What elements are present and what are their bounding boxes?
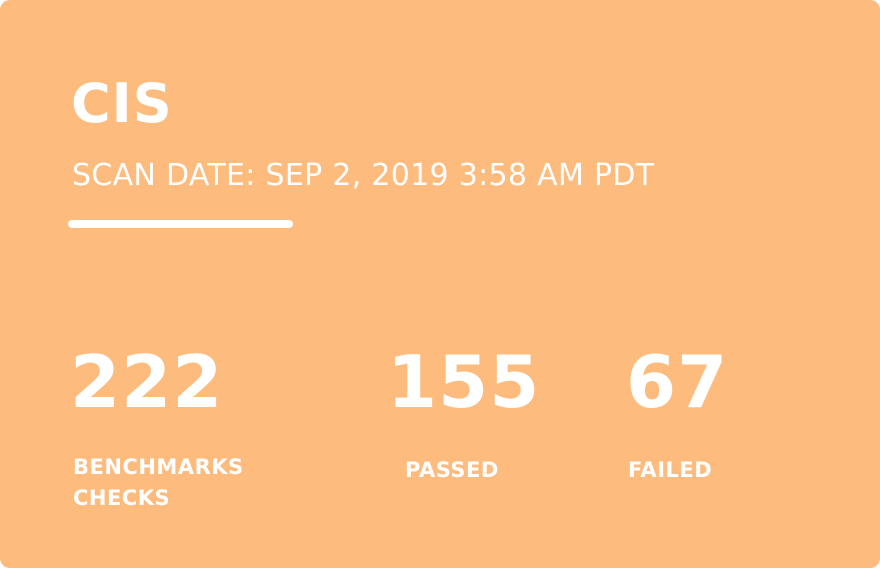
- benchmarks-label-line1: BENCHMARKS: [73, 455, 244, 479]
- failed-count: 67: [626, 340, 729, 424]
- passed-label: PASSED: [405, 458, 499, 482]
- failed-label: FAILED: [628, 458, 713, 482]
- title-divider: [68, 220, 293, 228]
- scan-date: SCAN DATE: SEP 2, 2019 3:58 AM PDT: [72, 158, 655, 193]
- passed-count: 155: [387, 340, 541, 424]
- benchmarks-checks-label: BENCHMARKS CHECKS: [73, 452, 303, 514]
- cis-benchmark-card: CIS SCAN DATE: SEP 2, 2019 3:58 AM PDT 2…: [0, 0, 880, 568]
- benchmarks-label-line2: CHECKS: [73, 486, 171, 510]
- card-title: CIS: [71, 72, 173, 135]
- benchmarks-checks-count: 222: [70, 340, 224, 424]
